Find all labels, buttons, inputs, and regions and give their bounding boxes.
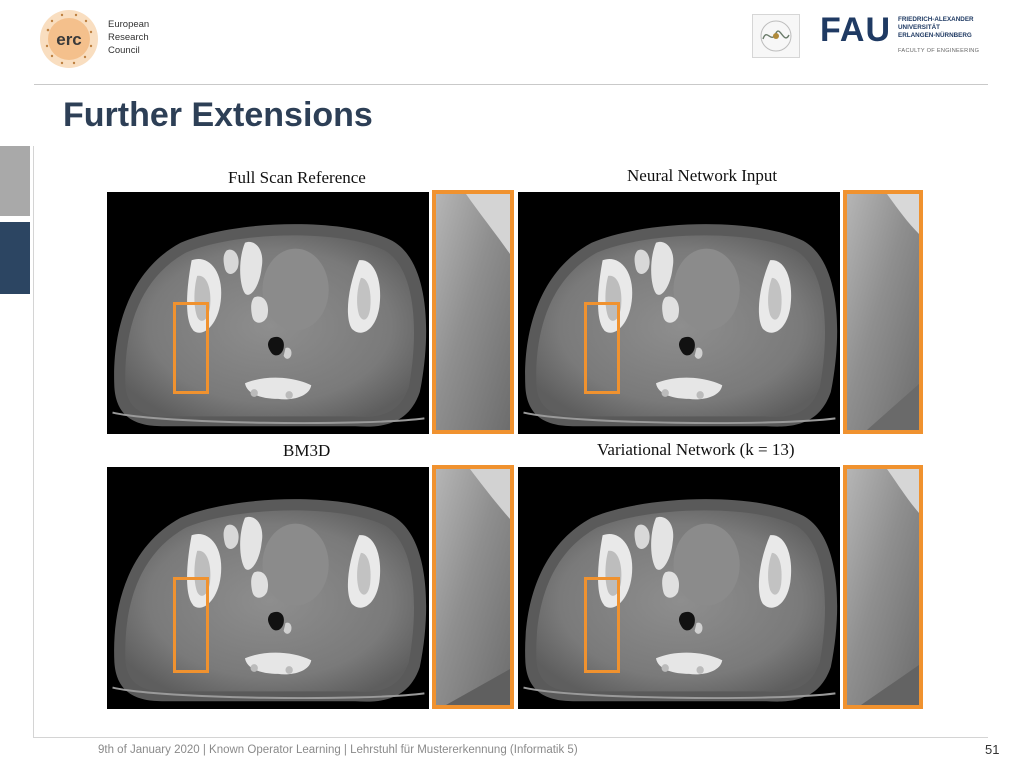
caption-neural-network-input: Neural Network Input (627, 166, 778, 185)
fau-line-2: UNIVERSITÄT (898, 24, 940, 31)
ct-image-full-scan (107, 192, 429, 434)
fau-logo: FAU FRIEDRICH-ALEXANDER UNIVERSITÄT ERLA… (820, 11, 979, 54)
ct-image-variational-network (518, 467, 840, 709)
header-divider (34, 84, 988, 85)
roi-box (173, 577, 209, 673)
content-frame-bottom (33, 737, 988, 738)
fau-wordmark: FAU (820, 11, 891, 49)
erc-name: European Research Council (108, 18, 149, 57)
erc-line-2: Research (108, 32, 149, 43)
roi-box (173, 302, 209, 394)
fau-university-name: FRIEDRICH-ALEXANDER UNIVERSITÄT ERLANGEN… (898, 16, 974, 40)
caption-full-scan-reference: Full Scan Reference (228, 168, 366, 187)
zoom-inset-network-input (843, 190, 923, 434)
slide-title: Further Extensions (63, 96, 373, 134)
erc-logo-text: erc (56, 30, 82, 49)
caption-bm3d: BM3D (283, 441, 331, 460)
roi-box (584, 302, 620, 394)
erc-line-1: European (108, 19, 150, 30)
footer-text: 9th of January 2020 | Known Operator Lea… (98, 744, 578, 756)
page-number: 51 (985, 742, 1000, 757)
zoom-inset-bm3d (432, 465, 514, 709)
caption-variational-network: Variational Network (k = 13) (597, 440, 795, 459)
fau-line-1: FRIEDRICH-ALEXANDER (898, 16, 974, 23)
lab-seal-icon (752, 14, 800, 58)
erc-line-3: Council (108, 45, 140, 56)
zoom-inset-variational-network (843, 465, 923, 709)
content-frame-left (33, 146, 34, 738)
side-tab-navy (0, 222, 30, 294)
ct-image-network-input (518, 192, 840, 434)
fau-faculty: FACULTY OF ENGINEERING (898, 48, 980, 54)
zoom-inset-full-scan (432, 190, 514, 434)
fau-line-3: ERLANGEN-NÜRNBERG (898, 32, 972, 39)
erc-logo-icon: erc (40, 10, 98, 68)
side-tab-gray (0, 146, 30, 216)
roi-box (584, 577, 620, 673)
ct-image-bm3d (107, 467, 429, 709)
